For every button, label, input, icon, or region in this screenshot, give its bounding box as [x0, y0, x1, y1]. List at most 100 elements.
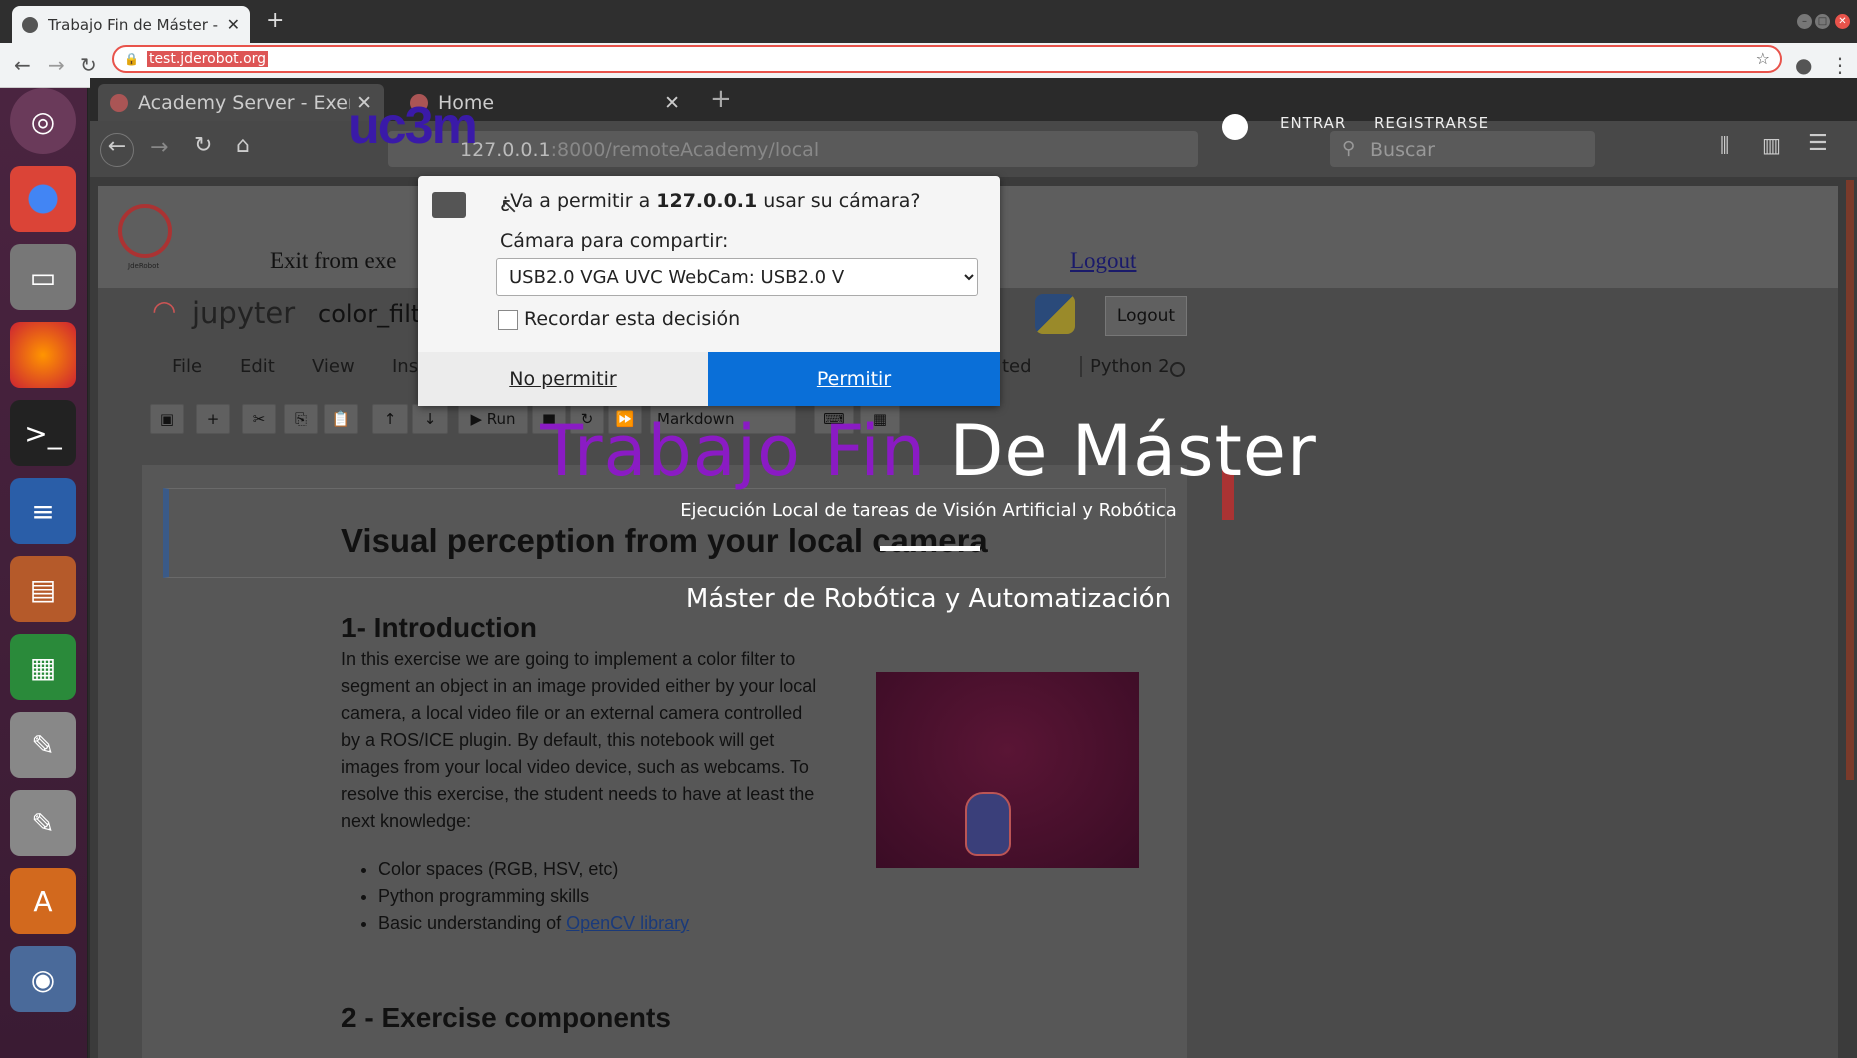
- uc3m-logo: uc3m: [348, 97, 478, 155]
- tab-favicon-icon: [22, 16, 38, 33]
- intro-line: resolve this exercise, the student needs…: [341, 784, 815, 804]
- text-editor-2-icon[interactable]: ✎: [10, 790, 76, 856]
- remember-label[interactable]: Recordar esta decisión: [524, 308, 740, 330]
- calc-icon[interactable]: ▦: [10, 634, 76, 700]
- notebook-title: Visual perception from your local camera: [341, 522, 988, 559]
- new-tab-icon[interactable]: +: [710, 84, 732, 114]
- text-editor-icon[interactable]: ✎: [10, 712, 76, 778]
- hero-title-purple: Trabajo Fin: [540, 410, 927, 492]
- forward-icon[interactable]: →: [150, 135, 168, 160]
- face-mask-icon: [965, 792, 1011, 856]
- camera-label: Cámara para compartir:: [500, 230, 729, 252]
- lock-icon: 🔒: [124, 52, 139, 66]
- logout-link[interactable]: Logout: [1070, 248, 1136, 274]
- forward-icon[interactable]: →: [48, 53, 65, 77]
- github-icon[interactable]: [1222, 114, 1248, 140]
- bookmark-star-icon[interactable]: ☆: [1756, 49, 1770, 68]
- chrome-icon[interactable]: [10, 166, 76, 232]
- intro-line: camera, a local video file or an externa…: [341, 703, 803, 723]
- ubuntu-logo-icon[interactable]: ◎: [10, 88, 76, 154]
- kernel-name: Python 2: [1080, 356, 1170, 377]
- trusted-indicator[interactable]: ted: [1002, 356, 1032, 377]
- back-icon[interactable]: ←: [100, 133, 134, 167]
- firefox-tab-academy[interactable]: Academy Server - Exerci ✕: [98, 84, 384, 121]
- list-item: Python programming skills: [378, 883, 689, 910]
- intro-paragraph: In this exercise we are going to impleme…: [341, 646, 861, 835]
- logo-caption: JdeRobot: [128, 262, 160, 270]
- question-host: 127.0.0.1: [656, 190, 758, 212]
- intro-heading: 1- Introduction: [341, 612, 537, 643]
- menu-view[interactable]: View: [312, 356, 355, 377]
- question-pre: ¿Va a permitir a: [500, 190, 657, 212]
- firefox-url-field[interactable]: 127.0.0.1:8000/remoteAcademy/local: [388, 131, 1198, 167]
- search-placeholder: Buscar: [1370, 139, 1435, 161]
- remember-checkbox[interactable]: [498, 310, 518, 330]
- jderobot-logo-icon: [118, 204, 172, 258]
- intro-line: by a ROS/ICE plugin. By default, this no…: [341, 730, 775, 750]
- menu-file[interactable]: File: [172, 356, 202, 377]
- omnibox[interactable]: 🔒 test.jderobot.org ☆: [112, 45, 1782, 73]
- mouse-cursor-icon: ↖: [500, 194, 519, 219]
- components-heading: 2 - Exercise components: [341, 1002, 671, 1033]
- academy-favicon-icon: [110, 93, 128, 112]
- hamburger-icon[interactable]: ☰: [1808, 131, 1828, 156]
- list-item: Color spaces (RGB, HSV, etc): [378, 856, 689, 883]
- files-icon[interactable]: ▭: [10, 244, 76, 310]
- intro-line: segment an object in an image provided e…: [341, 676, 817, 696]
- firefox-search-field[interactable]: Buscar: [1330, 131, 1595, 167]
- library-icon[interactable]: ⫼: [1720, 133, 1729, 157]
- notebook-name[interactable]: color_filt: [318, 300, 420, 328]
- omnibox-url[interactable]: test.jderobot.org: [146, 51, 269, 67]
- intro-line: next knowledge:: [341, 811, 472, 831]
- python-logo-icon: [1035, 294, 1075, 334]
- menu-icon[interactable]: ⋮: [1830, 53, 1850, 77]
- hero-master: Máster de Robótica y Automatización: [685, 584, 1172, 614]
- intro-line: In this exercise we are going to impleme…: [341, 649, 796, 669]
- list-item: Basic understanding of OpenCV library: [378, 910, 689, 937]
- firefox-icon[interactable]: [10, 322, 76, 388]
- media-icon[interactable]: ◉: [10, 946, 76, 1012]
- minimize-icon[interactable]: –: [1797, 14, 1812, 29]
- software-center-icon[interactable]: A: [10, 868, 76, 934]
- camera-select[interactable]: USB2.0 VGA UVC WebCam: USB2.0 V: [496, 258, 978, 296]
- chrome-tab[interactable]: Trabajo Fin de Máster - Ca ✕: [12, 6, 250, 43]
- reload-icon[interactable]: ↻: [194, 133, 212, 158]
- sidebar-icon[interactable]: ▥: [1762, 133, 1781, 157]
- intro-line: images from your local video device, suc…: [341, 757, 809, 777]
- ubuntu-dock: ◎ ▭ >_ ≡ ▤ ▦ ✎ ✎ A ◉: [0, 88, 88, 1058]
- hero-title: Trabajo Fin De Máster: [0, 410, 1857, 492]
- search-icon: ⚲: [1342, 138, 1356, 159]
- url-path: :8000/remoteAcademy/local: [550, 139, 820, 161]
- home-icon[interactable]: ⌂: [236, 133, 250, 158]
- chrome-tab-title: Trabajo Fin de Máster - Ca: [48, 15, 221, 34]
- knowledge-list: Color spaces (RGB, HSV, etc) Python prog…: [378, 856, 689, 937]
- back-icon[interactable]: ←: [14, 53, 31, 77]
- hero-subtitle: Ejecución Local de tareas de Visión Arti…: [680, 500, 1177, 521]
- close-tab-icon[interactable]: ✕: [664, 92, 680, 114]
- close-window-icon[interactable]: ✕: [1835, 14, 1850, 29]
- jupyter-logo-icon: ◠: [152, 294, 177, 327]
- new-tab-icon[interactable]: +: [266, 8, 284, 33]
- allow-button[interactable]: Permitir: [708, 352, 1000, 406]
- maximize-icon[interactable]: □: [1815, 14, 1830, 29]
- dialog-question: ¿Va a permitir a 127.0.0.1 usar su cámar…: [500, 190, 920, 212]
- close-tab-icon[interactable]: ✕: [227, 15, 240, 34]
- hero-divider: [880, 546, 980, 551]
- hero-title-white: De Máster: [949, 410, 1317, 492]
- menu-insert[interactable]: Ins: [392, 356, 418, 377]
- reload-icon[interactable]: ↻: [80, 53, 97, 77]
- jupyter-brand[interactable]: jupyter: [192, 296, 295, 330]
- jupyter-logout-button[interactable]: Logout: [1105, 296, 1187, 336]
- exit-text: Exit from exe: [270, 248, 397, 273]
- menu-edit[interactable]: Edit: [240, 356, 275, 377]
- nav-enter[interactable]: ENTRAR: [1280, 114, 1346, 132]
- nav-register[interactable]: REGISTRARSE: [1374, 114, 1489, 132]
- question-post: usar su cámara?: [757, 190, 921, 212]
- deny-button[interactable]: No permitir: [418, 352, 708, 406]
- account-icon[interactable]: ●: [1795, 53, 1812, 77]
- firefox-tab1-title: Academy Server - Exerci: [138, 91, 351, 114]
- kernel-status-icon: [1170, 362, 1185, 377]
- camera-icon: [432, 192, 466, 218]
- list-item-text: Basic understanding of: [378, 913, 567, 933]
- opencv-link[interactable]: OpenCV library: [566, 913, 689, 933]
